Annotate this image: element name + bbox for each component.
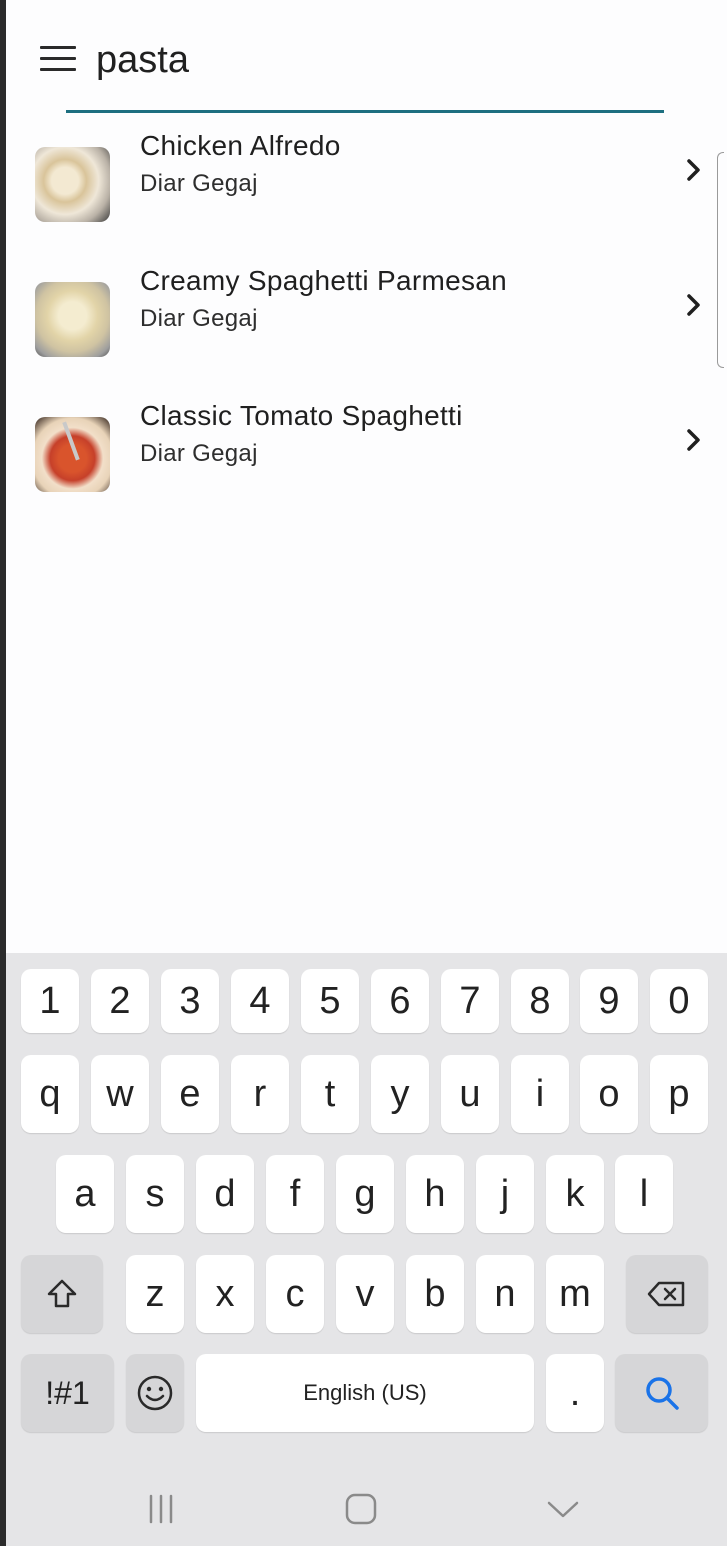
search-underline <box>66 110 664 113</box>
key-d[interactable]: d <box>196 1155 254 1233</box>
list-item[interactable]: Creamy Spaghetti Parmesan Diar Gegaj <box>6 257 727 377</box>
key-v[interactable]: v <box>336 1255 394 1333</box>
search-input[interactable] <box>96 30 656 90</box>
key-c[interactable]: c <box>266 1255 324 1333</box>
key-r[interactable]: r <box>231 1055 289 1133</box>
back-icon[interactable] <box>538 1484 588 1534</box>
recipe-author: Diar Gegaj <box>140 305 258 332</box>
shift-icon <box>47 1279 77 1308</box>
recipe-author: Diar Gegaj <box>140 440 258 467</box>
recipe-thumbnail <box>35 282 110 357</box>
key-0[interactable]: 0 <box>650 969 708 1033</box>
list-item[interactable]: Chicken Alfredo Diar Gegaj <box>6 122 727 242</box>
key-f[interactable]: f <box>266 1155 324 1233</box>
key-9[interactable]: 9 <box>580 969 638 1033</box>
recipe-title: Chicken Alfredo <box>140 130 341 161</box>
search-key[interactable] <box>615 1354 708 1432</box>
key-u[interactable]: u <box>441 1055 499 1133</box>
key-y[interactable]: y <box>371 1055 429 1133</box>
space-key[interactable]: English (US) <box>196 1354 534 1432</box>
key-8[interactable]: 8 <box>511 969 569 1033</box>
key-e[interactable]: e <box>161 1055 219 1133</box>
key-3[interactable]: 3 <box>161 969 219 1033</box>
search-icon <box>645 1377 679 1410</box>
recipe-thumbnail <box>35 147 110 222</box>
period-key[interactable]: . <box>546 1354 604 1432</box>
key-z[interactable]: z <box>126 1255 184 1333</box>
recipe-thumbnail <box>35 417 110 492</box>
scrollbar[interactable] <box>717 152 724 368</box>
key-a[interactable]: a <box>56 1155 114 1233</box>
on-screen-keyboard: 1 2 3 4 5 6 7 8 9 0 q w e r t y u i o p … <box>6 953 727 1546</box>
system-nav-bar <box>6 1470 727 1546</box>
key-7[interactable]: 7 <box>441 969 499 1033</box>
key-h[interactable]: h <box>406 1155 464 1233</box>
recents-icon[interactable] <box>136 1484 186 1534</box>
key-n[interactable]: n <box>476 1255 534 1333</box>
key-t[interactable]: t <box>301 1055 359 1133</box>
key-j[interactable]: j <box>476 1155 534 1233</box>
backspace-key[interactable] <box>626 1255 708 1333</box>
key-6[interactable]: 6 <box>371 969 429 1033</box>
chevron-right-icon <box>687 294 700 316</box>
key-1[interactable]: 1 <box>21 969 79 1033</box>
app-screen: Chicken Alfredo Diar Gegaj Creamy Spaghe… <box>6 0 727 1546</box>
chevron-right-icon <box>687 429 700 451</box>
recipe-title: Classic Tomato Spaghetti <box>140 400 463 431</box>
shift-key[interactable] <box>21 1255 103 1333</box>
key-x[interactable]: x <box>196 1255 254 1333</box>
symbols-key[interactable]: !#1 <box>21 1354 114 1432</box>
chevron-right-icon <box>687 159 700 181</box>
key-w[interactable]: w <box>91 1055 149 1133</box>
list-item[interactable]: Classic Tomato Spaghetti Diar Gegaj <box>6 392 727 512</box>
key-k[interactable]: k <box>546 1155 604 1233</box>
menu-icon[interactable] <box>40 44 76 74</box>
key-g[interactable]: g <box>336 1155 394 1233</box>
emoji-key[interactable] <box>126 1354 184 1432</box>
key-4[interactable]: 4 <box>231 969 289 1033</box>
key-i[interactable]: i <box>511 1055 569 1133</box>
key-s[interactable]: s <box>126 1155 184 1233</box>
key-o[interactable]: o <box>580 1055 638 1133</box>
key-5[interactable]: 5 <box>301 969 359 1033</box>
recipe-title: Creamy Spaghetti Parmesan <box>140 265 508 296</box>
backspace-icon <box>647 1281 685 1307</box>
home-icon[interactable] <box>336 1484 386 1534</box>
key-2[interactable]: 2 <box>91 969 149 1033</box>
key-l[interactable]: l <box>615 1155 673 1233</box>
emoji-icon <box>137 1375 173 1411</box>
key-m[interactable]: m <box>546 1255 604 1333</box>
key-b[interactable]: b <box>406 1255 464 1333</box>
recipe-author: Diar Gegaj <box>140 170 258 197</box>
key-p[interactable]: p <box>650 1055 708 1133</box>
key-q[interactable]: q <box>21 1055 79 1133</box>
